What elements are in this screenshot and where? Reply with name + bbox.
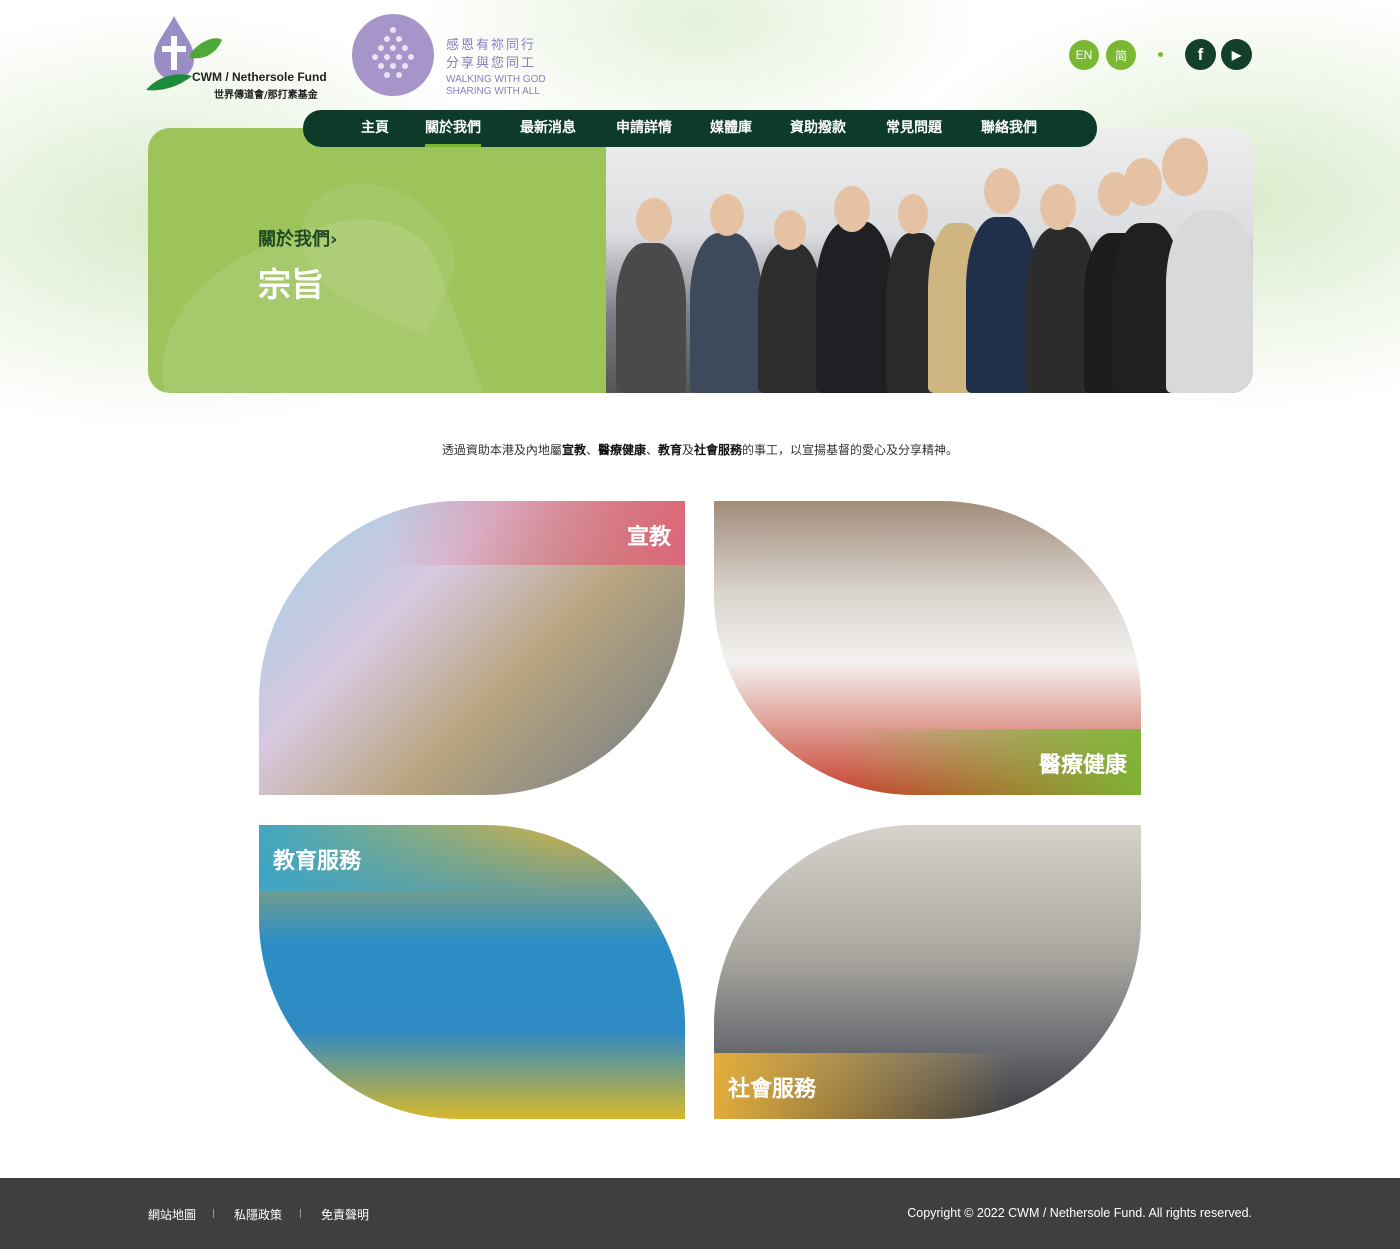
mission-prefix: 透過資助本港及內地屬 xyxy=(441,443,562,457)
nav-item-grants[interactable]: 資助撥款 xyxy=(790,110,846,147)
mission-item: 宣教 xyxy=(561,443,586,457)
lang-en-button[interactable]: EN xyxy=(1069,40,1099,70)
campaign-line-1: 感恩有祢同行 xyxy=(446,38,537,53)
copyright-text: Copyright © 2022 CWM / Nethersole Fund. … xyxy=(907,1206,1252,1220)
card-mission[interactable]: 宣教 xyxy=(259,501,685,795)
lang-sc-button[interactable]: 简 xyxy=(1106,40,1136,70)
nav-item-about[interactable]: 關於我們 xyxy=(425,110,481,147)
campaign-line-4: SHARING WITH ALL xyxy=(446,86,540,97)
nav-item-home[interactable]: 主頁 xyxy=(361,110,389,147)
mission-sep: 、 xyxy=(645,443,658,457)
breadcrumb-label: 關於我們 xyxy=(258,229,330,250)
footer: 網站地圖 私隱政策 免責聲明 Copyright © 2022 CWM / Ne… xyxy=(0,1178,1400,1249)
footer-divider xyxy=(300,1209,301,1218)
mission-item: 教育 xyxy=(658,443,683,457)
campaign-logo: 感恩有祢同行 分享與您同工 WALKING WITH GOD SHARING W… xyxy=(352,14,562,98)
nav-item-faq[interactable]: 常見問題 xyxy=(886,110,942,147)
footer-link-privacy[interactable]: 私隱政策 xyxy=(234,1206,282,1223)
nav-item-news[interactable]: 最新消息 xyxy=(520,110,576,147)
card-label: 社會服務 xyxy=(728,1077,817,1102)
mission-sep: 、 xyxy=(585,443,598,457)
campaign-line-3: WALKING WITH GOD xyxy=(446,74,546,85)
mission-suffix: 的事工，以宣揚基督的愛心及分享精神。 xyxy=(742,443,959,457)
breadcrumb[interactable]: 關於我們› xyxy=(258,225,337,251)
footer-link-sitemap[interactable]: 網站地圖 xyxy=(148,1206,196,1223)
campaign-line-2: 分享與您同工 xyxy=(446,56,537,71)
card-label: 醫療健康 xyxy=(1038,753,1127,778)
mission-statement: 透過資助本港及內地屬宣教、醫療健康、教育及社會服務的事工，以宣揚基督的愛心及分享… xyxy=(0,441,1400,458)
page-title: 宗旨 xyxy=(258,265,324,304)
mission-item: 醫療健康 xyxy=(597,443,646,457)
chevron-right-icon: › xyxy=(330,229,338,250)
footer-divider xyxy=(213,1209,214,1218)
logo-chinese-name: 世界傳道會/那打素基金 xyxy=(214,90,318,101)
footer-link-disclaimer[interactable]: 免責聲明 xyxy=(321,1206,369,1223)
nav-item-media[interactable]: 媒體庫 xyxy=(710,110,752,147)
mission-item: 社會服務 xyxy=(694,443,743,457)
cwm-nethersole-logo[interactable]: CWM / Nethersole Fund 世界傳道會/那打素基金 xyxy=(146,14,336,101)
main-nav: 主頁 關於我們 最新消息 申請詳情 媒體庫 資助撥款 常見問題 聯絡我們 xyxy=(303,110,1097,147)
card-social-service[interactable]: 社會服務 xyxy=(714,825,1141,1119)
logo-english-name: CWM / Nethersole Fund xyxy=(192,70,327,84)
card-medical[interactable]: 醫療健康 xyxy=(714,501,1141,795)
nav-item-contact[interactable]: 聯絡我們 xyxy=(981,110,1037,147)
nav-item-application[interactable]: 申請詳情 xyxy=(616,110,672,147)
mission-sep: 及 xyxy=(682,443,695,457)
hero-text-panel: 關於我們› 宗旨 xyxy=(148,128,608,393)
youtube-icon[interactable]: ▶ xyxy=(1221,39,1252,70)
hero-banner: 關於我們› 宗旨 xyxy=(148,128,1253,393)
campaign-logo-drops-icon xyxy=(352,14,434,96)
card-label: 宣教 xyxy=(626,525,671,550)
card-label: 教育服務 xyxy=(273,849,362,874)
hero-group-photo xyxy=(606,128,1253,393)
card-education[interactable]: 教育服務 xyxy=(259,825,685,1119)
separator-dot xyxy=(1158,52,1163,57)
facebook-icon[interactable]: f xyxy=(1185,39,1216,70)
